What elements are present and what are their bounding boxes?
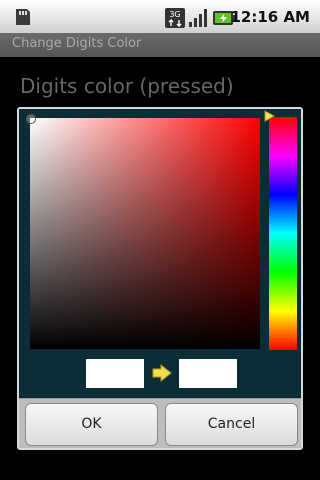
sd-card-icon [16,9,30,25]
arrow-right-icon [152,363,172,383]
old-color-swatch [86,359,144,388]
hue-marker-icon[interactable] [263,109,277,123]
color-cursor[interactable] [26,114,36,124]
dialog-button-bar: OK Cancel [19,398,301,448]
network-3g-icon: 3G [165,8,185,28]
preference-title: Digits color (pressed) [20,74,234,98]
status-time: 12:16 AM [230,8,310,26]
window-title: Change Digits Color [0,33,320,57]
hue-slider[interactable] [264,110,297,350]
ok-button[interactable]: OK [25,403,158,446]
cancel-button[interactable]: Cancel [165,403,298,446]
color-picker-content [19,109,301,398]
status-bar: 3G 12:16 AM [0,0,320,33]
color-picker-dialog: OK Cancel [17,107,303,450]
saturation-value-picker[interactable] [26,114,261,350]
signal-icon [189,9,207,27]
svg-text:3G: 3G [169,10,180,19]
new-color-swatch [179,359,237,388]
